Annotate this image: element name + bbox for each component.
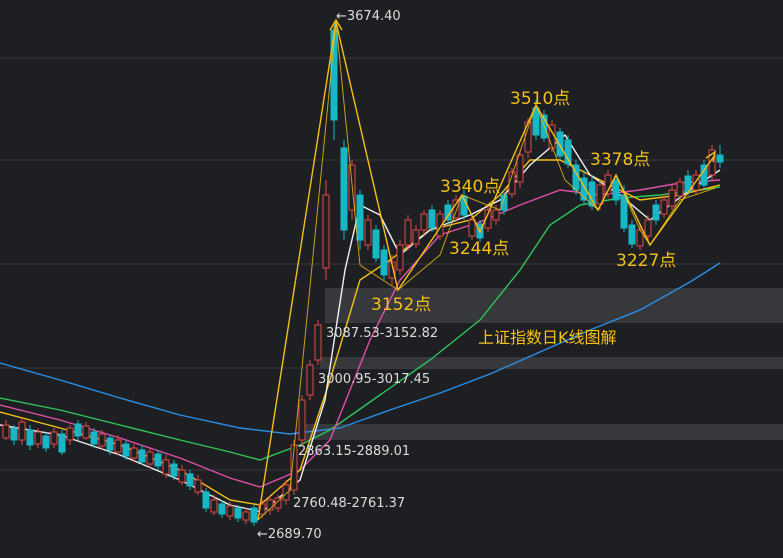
candle-body-26 xyxy=(210,499,218,513)
candle-body-80 xyxy=(644,219,652,237)
candle-body-19 xyxy=(154,453,162,467)
candle-body-2 xyxy=(18,421,26,441)
candle-body-25 xyxy=(202,491,210,509)
candle-body-24 xyxy=(194,479,202,493)
candle-body-52 xyxy=(420,213,428,231)
candle-body-69 xyxy=(556,131,564,157)
candle-body-3 xyxy=(26,429,34,446)
gap-band-1 xyxy=(320,357,783,369)
point-label-3227: 3227点 xyxy=(616,251,676,271)
candle-body-20 xyxy=(162,459,170,475)
candle-body-0 xyxy=(2,424,10,439)
candle-body-17 xyxy=(138,449,146,463)
candle-body-89 xyxy=(716,154,724,163)
candle-body-81 xyxy=(652,204,660,221)
point-label-3244: 3244点 xyxy=(449,239,509,259)
candle-body-82 xyxy=(660,199,668,215)
candle-body-49 xyxy=(396,244,404,271)
point-label-3378: 3378点 xyxy=(590,150,650,170)
candle-body-84 xyxy=(676,181,684,197)
candle-body-77 xyxy=(620,194,628,229)
price-label-high: ←3674.40 xyxy=(336,9,401,24)
price-label-low: ←2689.70 xyxy=(257,527,322,542)
candle-body-7 xyxy=(58,433,66,453)
candle-body-8 xyxy=(66,427,74,441)
candle-body-35 xyxy=(282,484,290,501)
chart-title: 上证指数日K线图解 xyxy=(478,328,617,347)
candle-body-38 xyxy=(306,364,314,396)
candle-body-40 xyxy=(322,194,330,269)
candle-body-83 xyxy=(668,189,676,207)
point-label-3510: 3510点 xyxy=(510,89,570,109)
candle-body-53 xyxy=(428,209,436,229)
price-label-gap-3: 2863.15-2889.01 xyxy=(298,444,410,459)
candle-body-28 xyxy=(226,505,234,517)
candle-body-4 xyxy=(34,431,42,445)
candle-body-21 xyxy=(170,463,178,477)
candle-body-6 xyxy=(50,431,58,445)
candle-body-12 xyxy=(98,433,106,447)
candle-body-31 xyxy=(250,507,258,523)
candle-body-51 xyxy=(412,229,420,245)
candle-body-76 xyxy=(612,179,620,201)
candle-body-50 xyxy=(404,219,412,246)
candle-body-37 xyxy=(298,399,306,441)
point-label-3340: 3340点 xyxy=(440,177,500,197)
price-label-gap-1: 3087.53-3152.82 xyxy=(326,326,438,341)
candle-body-44 xyxy=(356,194,364,241)
candle-body-23 xyxy=(186,473,194,487)
candle-body-14 xyxy=(114,439,122,453)
candle-body-9 xyxy=(74,423,82,437)
candle-body-39 xyxy=(314,324,322,361)
kline-chart: 上证指数日K线图解 ←3674.40 3087.53-3152.82 3000.… xyxy=(0,0,783,558)
candle-body-46 xyxy=(372,229,380,259)
gap-band-2 xyxy=(300,424,783,440)
candle-body-30 xyxy=(242,511,250,521)
candle-body-5 xyxy=(42,435,50,449)
candle-body-58 xyxy=(468,219,476,237)
candle-body-18 xyxy=(146,451,154,465)
price-label-gap-2: 3000.95-3017.45 xyxy=(318,372,430,387)
candle-body-45 xyxy=(364,219,372,246)
candle-body-27 xyxy=(218,503,226,515)
candle-body-29 xyxy=(234,507,242,519)
candle-body-78 xyxy=(628,224,636,245)
candle-body-11 xyxy=(90,431,98,445)
candle-body-16 xyxy=(130,447,138,459)
candle-body-1 xyxy=(10,427,18,441)
candle-body-61 xyxy=(492,209,500,221)
candle-body-22 xyxy=(178,469,186,483)
candle-body-47 xyxy=(380,249,388,276)
candle-body-15 xyxy=(122,443,130,457)
candle-body-13 xyxy=(106,437,114,451)
point-label-3152: 3152点 xyxy=(371,295,431,315)
candle-body-10 xyxy=(82,425,90,439)
price-label-gap-4: 2760.48-2761.37 xyxy=(293,496,405,511)
candle-body-42 xyxy=(340,147,348,231)
